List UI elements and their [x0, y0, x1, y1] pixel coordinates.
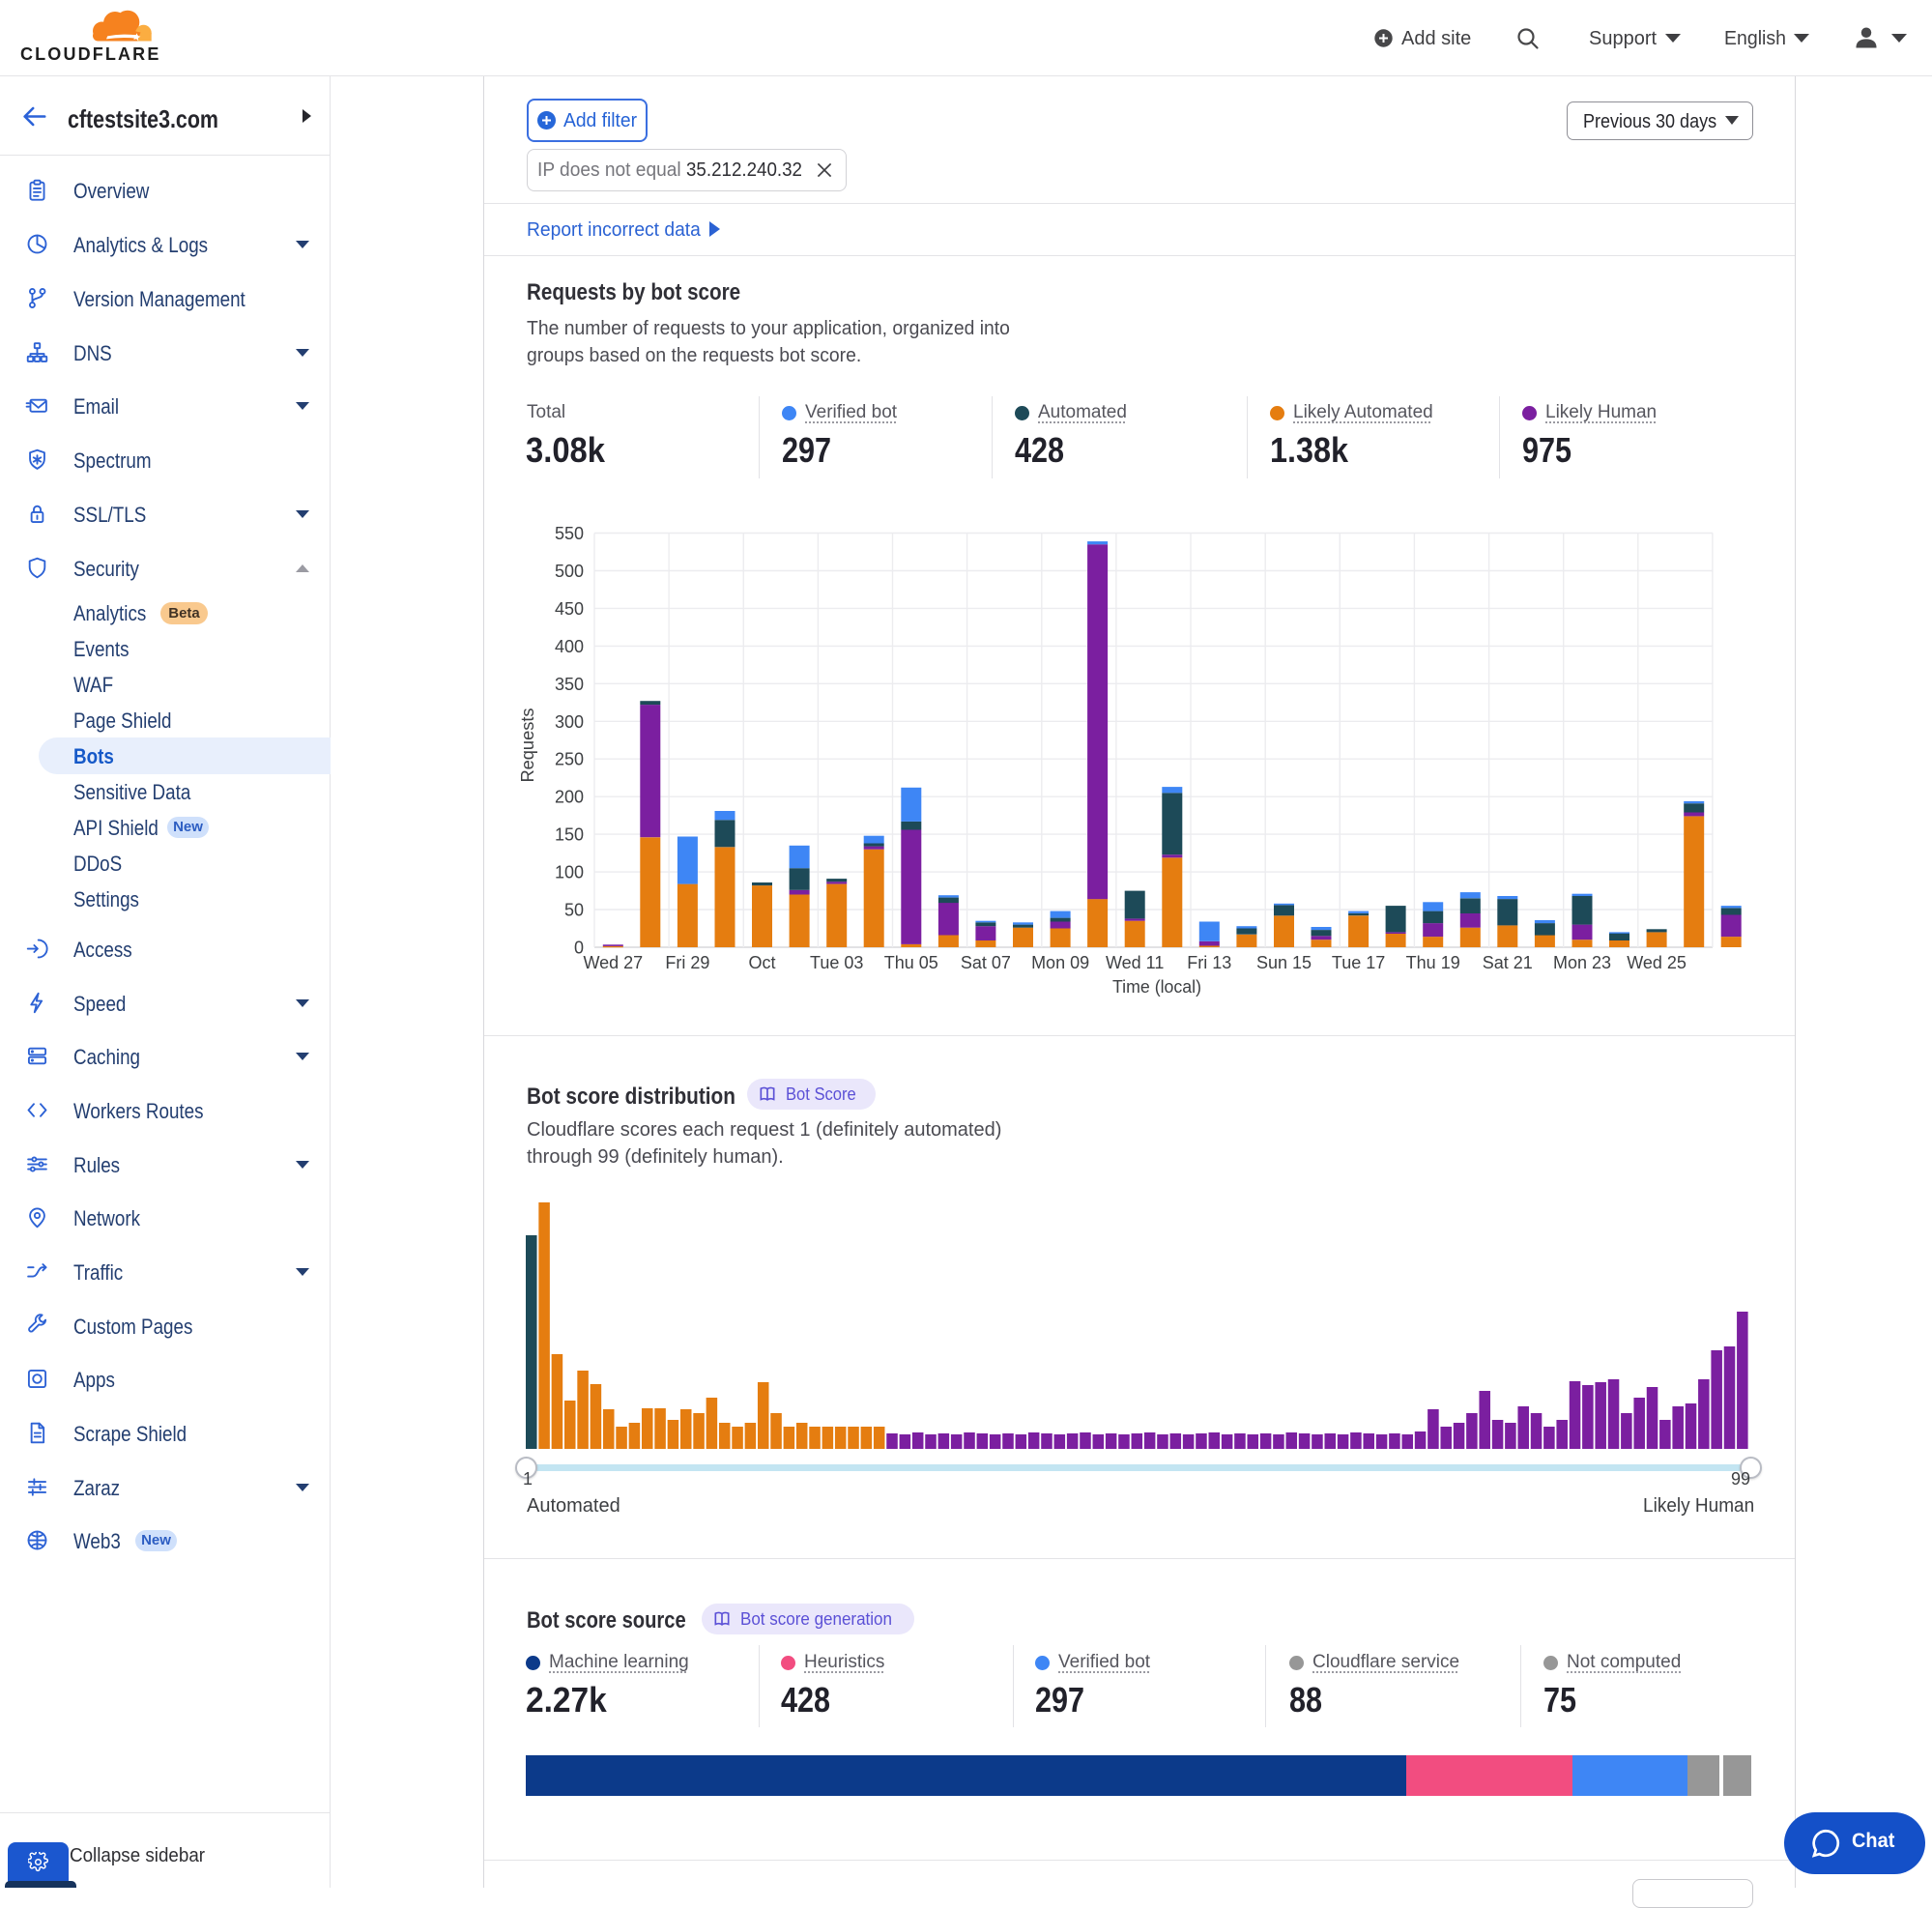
svg-text:Wed 27: Wed 27 — [583, 953, 643, 972]
svg-text:Fri 29: Fri 29 — [665, 953, 709, 972]
svg-text:Mon 23: Mon 23 — [1553, 953, 1611, 972]
svg-text:Sun 15: Sun 15 — [1256, 953, 1312, 972]
svg-text:50: 50 — [564, 901, 584, 920]
svg-text:Requests: Requests — [518, 708, 537, 783]
svg-text:450: 450 — [555, 599, 584, 619]
svg-text:Fri 13: Fri 13 — [1187, 953, 1231, 972]
svg-text:350: 350 — [555, 675, 584, 694]
svg-text:Thu 05: Thu 05 — [884, 953, 938, 972]
svg-text:Tue 17: Tue 17 — [1332, 953, 1385, 972]
svg-text:Oct: Oct — [748, 953, 775, 972]
svg-text:200: 200 — [555, 788, 584, 807]
svg-text:100: 100 — [555, 863, 584, 882]
svg-text:Time (local): Time (local) — [1112, 977, 1201, 997]
svg-text:Mon 09: Mon 09 — [1031, 953, 1089, 972]
svg-text:150: 150 — [555, 825, 584, 845]
svg-text:300: 300 — [555, 712, 584, 732]
svg-text:550: 550 — [555, 524, 584, 543]
svg-text:Thu 19: Thu 19 — [1406, 953, 1460, 972]
svg-text:500: 500 — [555, 562, 584, 581]
svg-text:Sat 07: Sat 07 — [961, 953, 1011, 972]
svg-text:Tue 03: Tue 03 — [810, 953, 863, 972]
svg-text:Wed 11: Wed 11 — [1106, 953, 1164, 972]
svg-text:400: 400 — [555, 637, 584, 656]
svg-text:Sat 21: Sat 21 — [1483, 953, 1533, 972]
svg-text:Wed 25: Wed 25 — [1627, 953, 1687, 972]
svg-text:250: 250 — [555, 750, 584, 769]
